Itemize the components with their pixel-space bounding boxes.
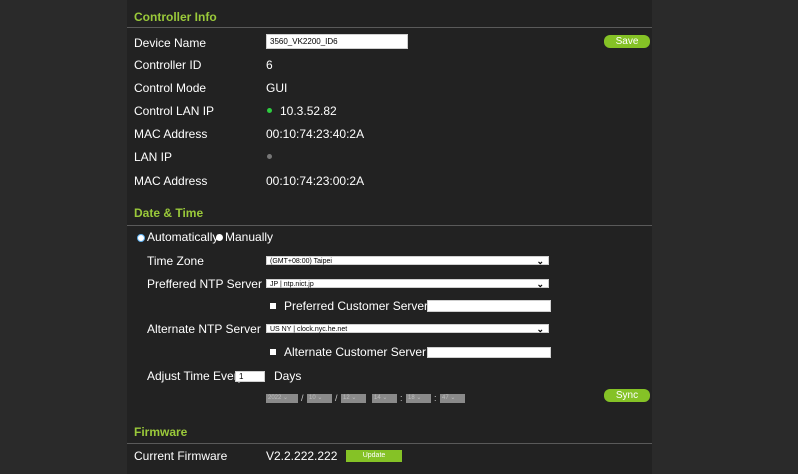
preferred-ntp-select[interactable]: JP | ntp.nict.jp ⌄ [266, 279, 549, 289]
mac-address-value-2: 00:10:74:23:00:2A [266, 174, 365, 188]
controller-id-value: 6 [266, 58, 273, 72]
save-button[interactable]: Save [604, 35, 650, 48]
online-status-icon [267, 108, 272, 113]
year-value: 2022 [268, 395, 282, 401]
mac-address-label-2: MAC Address [134, 174, 208, 188]
adjust-unit-label: Days [274, 369, 302, 383]
time-separator: : [434, 393, 437, 403]
firmware-divider [127, 443, 652, 444]
day-select[interactable]: 12 ⌄ [341, 394, 366, 403]
mac-address-label: MAC Address [134, 127, 208, 141]
alternate-custom-ip-input[interactable] [427, 347, 551, 358]
date-separator: / [301, 393, 304, 403]
preferred-custom-checkbox[interactable] [270, 303, 276, 309]
control-mode-label: Control Mode [134, 81, 207, 95]
time-zone-select[interactable]: (GMT+08:00) Taipei ⌄ [266, 256, 549, 266]
mac-address-value: 00:10:74:23:40:2A [266, 127, 365, 141]
month-value: 10 [309, 395, 316, 401]
device-name-input[interactable]: 3560_VK2200_ID6 [266, 34, 408, 49]
time-separator: : [400, 393, 403, 403]
alternate-custom-label: Alternate Customer Server IP [284, 345, 441, 359]
controller-info-title: Controller Info [134, 10, 217, 24]
alternate-custom-checkbox[interactable] [270, 349, 276, 355]
second-value: 47 [442, 395, 449, 401]
lan-ip-label: LAN IP [134, 150, 173, 164]
sync-button[interactable]: Sync [604, 389, 650, 402]
minute-select[interactable]: 18 ⌄ [406, 394, 431, 403]
time-zone-value: (GMT+08:00) Taipei [270, 258, 332, 265]
control-lan-ip-value: 10.3.52.82 [280, 104, 337, 118]
second-select[interactable]: 47 ⌄ [440, 394, 465, 403]
offline-status-icon [267, 154, 272, 159]
hour-value: 14 [374, 395, 381, 401]
chevron-down-icon: ⌄ [536, 279, 544, 289]
manually-radio[interactable] [216, 234, 223, 241]
alternate-ntp-label: Alternate NTP Server [147, 322, 261, 336]
date-time-divider [127, 225, 652, 226]
time-zone-label: Time Zone [147, 254, 204, 268]
chevron-down-icon: ⌄ [536, 256, 544, 266]
year-select[interactable]: 2022 ⌄ [266, 394, 298, 403]
control-mode-value: GUI [266, 81, 288, 95]
minute-value: 18 [408, 395, 415, 401]
device-name-label: Device Name [134, 36, 207, 50]
control-lan-ip-label: Control LAN IP [134, 104, 215, 118]
adjust-days-input[interactable]: 1 [235, 371, 265, 382]
adjust-time-label: Adjust Time Every [147, 369, 244, 383]
day-value: 12 [343, 395, 350, 401]
current-firmware-value: V2.2.222.222 [266, 449, 338, 463]
automatically-radio[interactable] [137, 234, 145, 242]
date-time-title: Date & Time [134, 206, 204, 220]
controller-id-label: Controller ID [134, 58, 202, 72]
firmware-title: Firmware [134, 425, 188, 439]
month-select[interactable]: 10 ⌄ [307, 394, 332, 403]
date-separator: / [335, 393, 338, 403]
automatically-label: Automatically [147, 230, 219, 244]
manually-label: Manually [225, 230, 274, 244]
preferred-ntp-label: Preffered NTP Server [147, 277, 262, 291]
update-button[interactable]: Update [346, 450, 402, 462]
chevron-down-icon: ⌄ [536, 324, 544, 334]
controller-info-divider [127, 27, 652, 28]
preferred-custom-label: Preferred Customer Server IP [284, 299, 443, 313]
current-firmware-label: Current Firmware [134, 449, 228, 463]
alternate-ntp-select[interactable]: US NY | clock.nyc.he.net ⌄ [266, 324, 549, 334]
preferred-ntp-value: JP | ntp.nict.jp [270, 281, 314, 288]
preferred-custom-ip-input[interactable] [427, 300, 551, 312]
hour-select[interactable]: 14 ⌄ [372, 394, 397, 403]
alternate-ntp-value: US NY | clock.nyc.he.net [270, 326, 348, 333]
